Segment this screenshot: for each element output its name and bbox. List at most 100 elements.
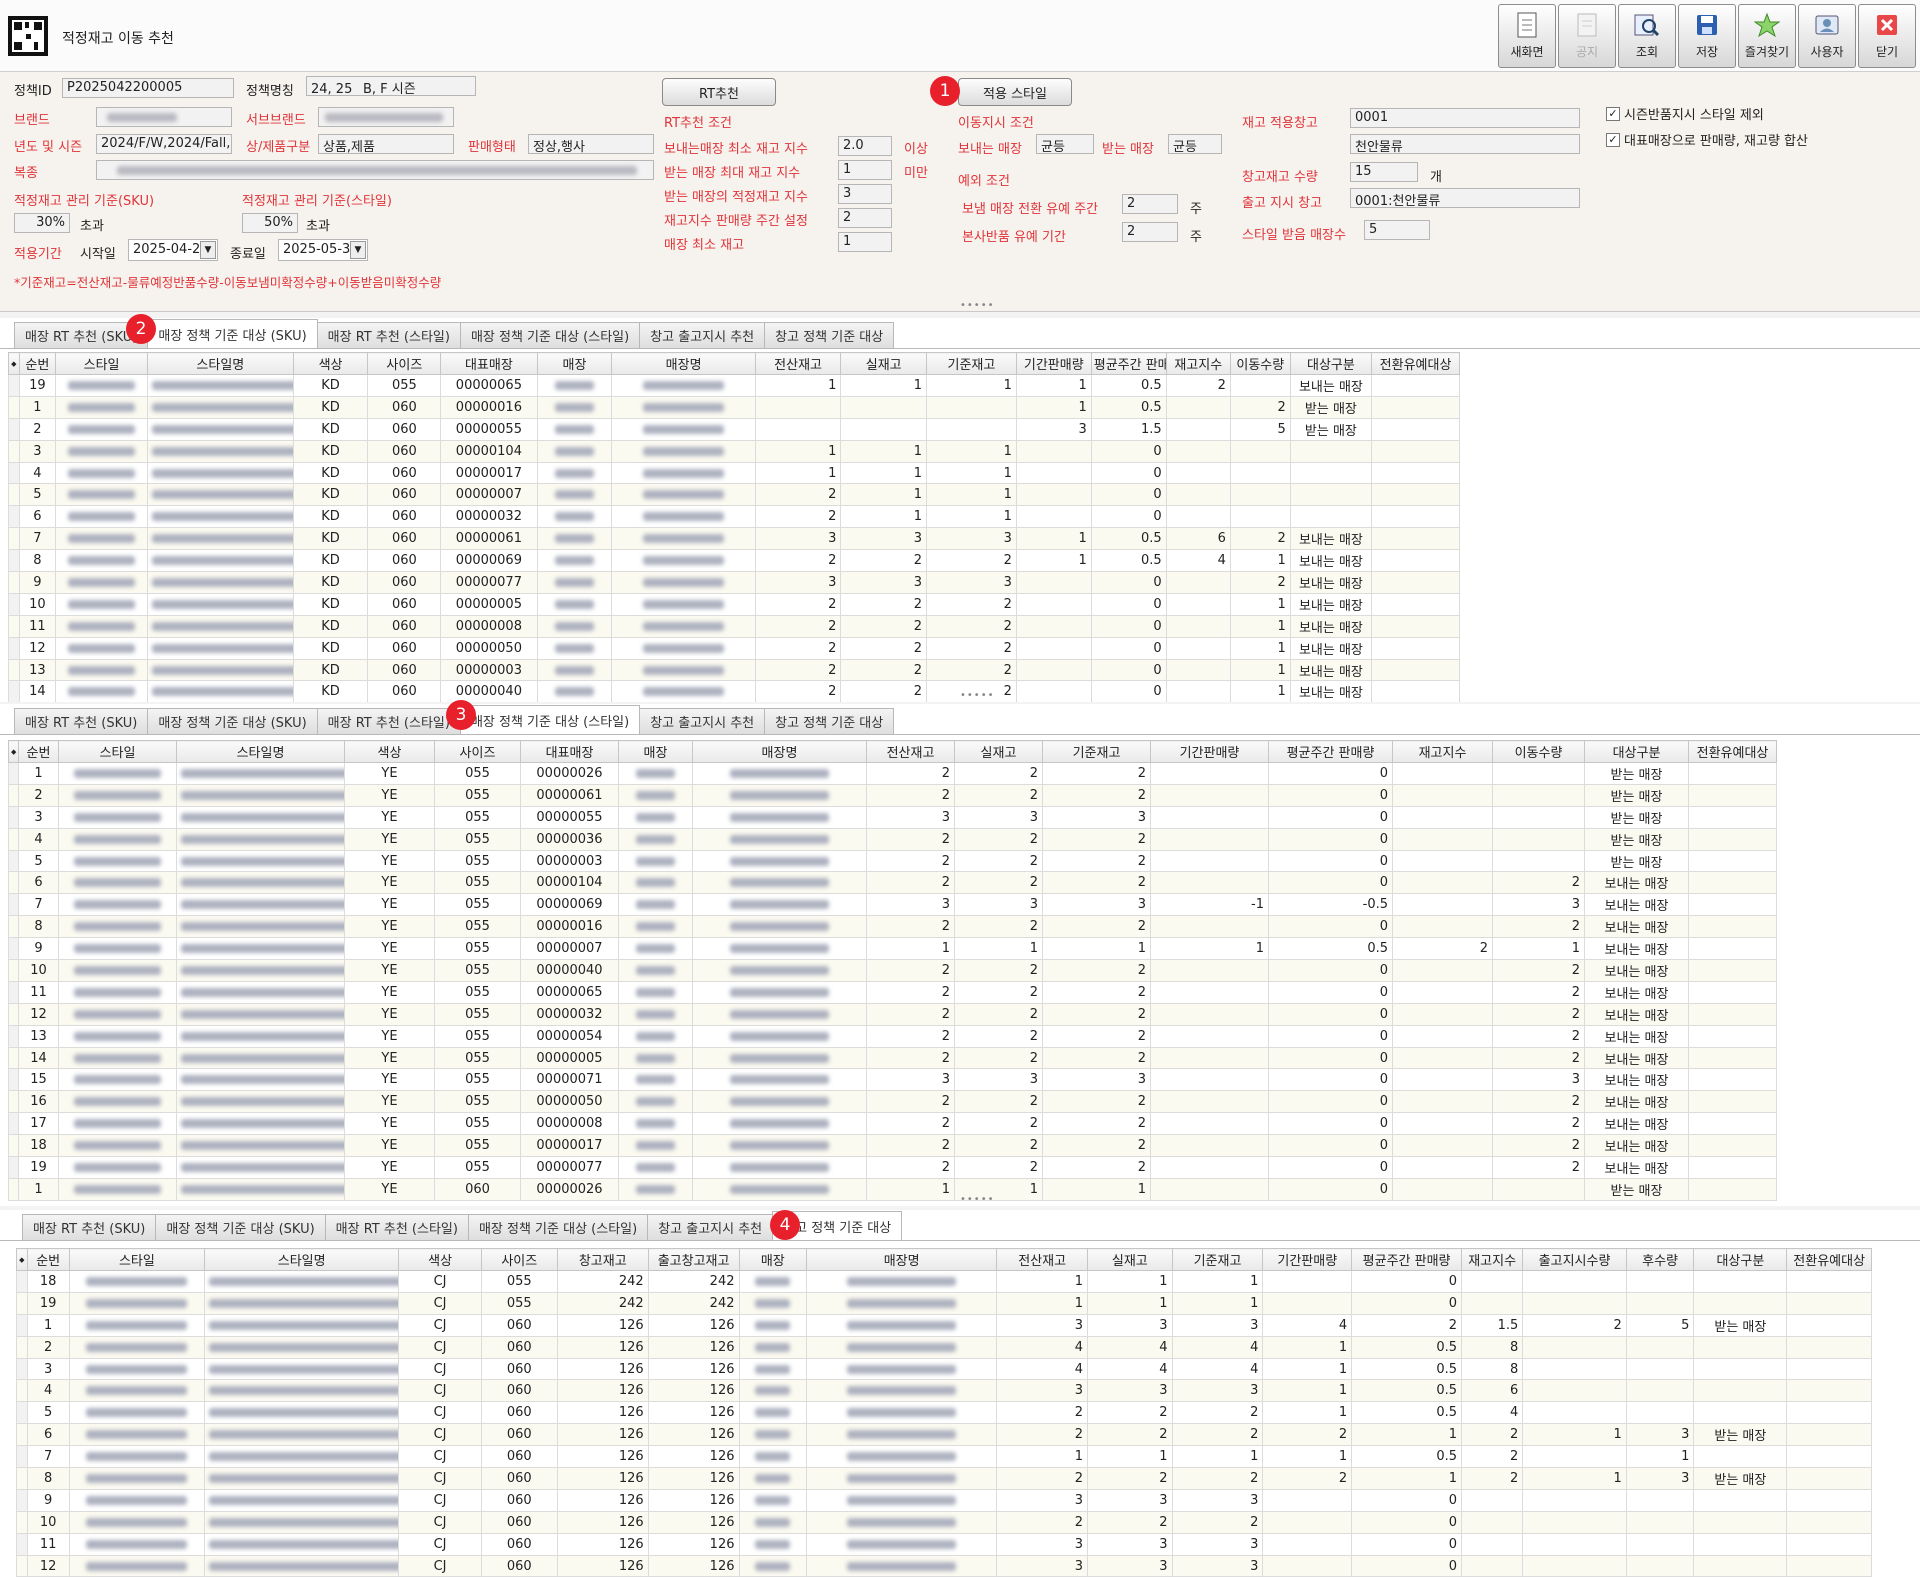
column-header[interactable]: 전산재고	[866, 740, 955, 763]
table-row[interactable]: 19 CJ 055 242 242 1 1 1 0	[16, 1291, 1872, 1315]
table-row[interactable]: 4 KD 060 00000017 1 1 1 0	[8, 461, 1460, 485]
rt-min-stock-field[interactable]: 1	[838, 232, 892, 252]
notice-button[interactable]: 공지	[1558, 4, 1616, 68]
out-wh-field[interactable]: 0001:천안물류	[1350, 188, 1580, 208]
column-header[interactable]: 사이즈	[480, 1248, 558, 1271]
tab-store-rt-style[interactable]: 매장 RT 추천 (스타일)	[316, 322, 461, 348]
table-row[interactable]: 6 CJ 060 126 126 2 2 2 2 1 2 1 3 받는 매장	[16, 1423, 1872, 1447]
column-header[interactable]: 사이즈	[434, 740, 521, 763]
send-store-field[interactable]: 균등	[1036, 134, 1094, 154]
column-header[interactable]: 기간판매량	[1150, 740, 1269, 763]
column-header[interactable]: 전산재고	[754, 352, 842, 375]
style-recv-field[interactable]: 5	[1364, 220, 1430, 240]
tab-wh-out-recommend[interactable]: 창고 출고지시 추천	[647, 1214, 774, 1240]
table-row[interactable]: 13 YE 055 00000054 2 2 2 0 2 보내는 매장	[8, 1024, 1777, 1048]
table-row[interactable]: 8 YE 055 00000016 2 2 2 0 2 보내는 매장	[8, 915, 1777, 939]
row-selector[interactable]	[16, 1357, 28, 1381]
row-selector[interactable]	[8, 592, 20, 616]
column-header[interactable]: 스타일	[55, 352, 149, 375]
table-row[interactable]: 5 KD 060 00000007 2 1 1 0	[8, 483, 1460, 507]
table-row[interactable]: 2 YE 055 00000061 2 2 2 0 받는 매장	[8, 783, 1777, 807]
table-row[interactable]: 3 YE 055 00000055 3 3 3 0 받는 매장	[8, 805, 1777, 829]
column-header[interactable]: 출고지시수량	[1522, 1248, 1627, 1271]
wh-apply-name-field[interactable]: 천안물류	[1350, 134, 1580, 154]
table-row[interactable]: 5 CJ 060 126 126 2 2 2 1 0.5 4	[16, 1401, 1872, 1425]
season-return-checkbox[interactable]: ✓ 시즌반품지시 스타일 제외	[1606, 104, 1764, 123]
row-selector[interactable]	[8, 658, 20, 682]
column-header[interactable]: 재고지수	[1461, 1248, 1524, 1271]
row-selector[interactable]	[8, 680, 20, 702]
product-type-field[interactable]: 상품,제품	[318, 134, 454, 154]
column-header[interactable]: 전산재고	[996, 1248, 1089, 1271]
tab-store-policy-sku[interactable]: 매장 정책 기준 대상 (SKU)	[155, 1214, 326, 1240]
row-selector[interactable]	[8, 1002, 19, 1026]
column-header[interactable]: 전환유예대상	[1786, 1248, 1872, 1271]
row-selector[interactable]	[8, 980, 19, 1004]
tab-store-rt-style[interactable]: 매장 RT 추천 (스타일)	[316, 708, 461, 734]
rt-send-min-field[interactable]: 2.0	[838, 136, 892, 156]
row-selector[interactable]	[8, 417, 20, 441]
row-selector[interactable]	[8, 636, 20, 660]
save-button[interactable]: 저장	[1678, 4, 1736, 68]
tab-wh-out-recommend[interactable]: 창고 출고지시 추천	[639, 708, 766, 734]
tab-store-rt-sku[interactable]: 매장 RT 추천 (SKU)	[22, 1214, 157, 1240]
brand-field[interactable]	[96, 107, 232, 127]
row-selector-header[interactable]: ◆	[16, 1248, 28, 1271]
tab-store-policy-sku[interactable]: 매장 정책 기준 대상 (SKU)	[147, 319, 318, 348]
column-header[interactable]: 대상구분	[1693, 1248, 1788, 1271]
column-header[interactable]: 스타일	[68, 1248, 206, 1271]
row-selector[interactable]	[8, 959, 19, 982]
rt-recv-max-field[interactable]: 1	[838, 160, 892, 180]
column-header[interactable]: 매장명	[611, 352, 756, 375]
row-selector[interactable]	[16, 1510, 28, 1534]
tab-store-policy-style[interactable]: 매장 정책 기준 대상 (스타일)	[459, 322, 641, 348]
row-selector-header[interactable]: ◆	[8, 352, 20, 375]
column-header[interactable]: 창고재고	[556, 1248, 649, 1271]
tab-store-policy-sku[interactable]: 매장 정책 기준 대상 (SKU)	[147, 708, 318, 734]
rt-recv-opt-field[interactable]: 3	[838, 184, 892, 204]
row-selector[interactable]	[8, 549, 20, 573]
table-row[interactable]: 9 YE 055 00000007 1 1 1 1 0.5 2 1 보내는 매장	[8, 937, 1777, 961]
column-header[interactable]: 순번	[18, 352, 57, 375]
table-row[interactable]: 10 KD 060 00000005 2 2 2 0 1 보내는 매장	[8, 592, 1460, 616]
checkbox-checked-icon[interactable]: ✓	[1606, 132, 1620, 147]
table-row[interactable]: 4 YE 055 00000036 2 2 2 0 받는 매장	[8, 827, 1777, 851]
table-row[interactable]: 10 CJ 060 126 126 2 2 2 0	[16, 1510, 1872, 1534]
rt-week-field[interactable]: 2	[838, 208, 892, 228]
apply-style-button[interactable]: 적용 스타일	[958, 78, 1072, 106]
row-selector[interactable]	[16, 1554, 28, 1578]
tab-wh-out-recommend[interactable]: 창고 출고지시 추천	[639, 322, 766, 348]
column-header[interactable]: 대상구분	[1289, 352, 1373, 375]
row-selector[interactable]	[8, 374, 20, 397]
column-header[interactable]: 기준재고	[1171, 1248, 1264, 1271]
table-row[interactable]: 19 YE 055 00000077 2 2 2 0 2 보내는 매장	[8, 1156, 1777, 1179]
sales-type-field[interactable]: 정상,행사	[528, 134, 654, 154]
table-row[interactable]: 15 YE 055 00000071 3 3 3 0 3 보내는 매장	[8, 1068, 1777, 1092]
splitter-handle[interactable]: •••••	[960, 1194, 995, 1205]
column-header[interactable]: 매장	[738, 1248, 808, 1271]
table-row[interactable]: 1 CJ 060 126 126 3 3 3 4 2 1.5 2 5 받는 매장	[16, 1313, 1872, 1337]
table-row[interactable]: 12 KD 060 00000050 2 2 2 0 1 보내는 매장	[8, 636, 1460, 660]
row-selector[interactable]	[8, 1090, 19, 1114]
row-selector[interactable]	[8, 849, 19, 873]
row-selector[interactable]	[8, 571, 20, 594]
table-row[interactable]: 7 YE 055 00000069 3 3 3 -1 -0.5 3 보내는 매장	[8, 893, 1777, 917]
table-row[interactable]: 1 YE 055 00000026 2 2 2 0 받는 매장	[8, 762, 1777, 785]
table-row[interactable]: 3 KD 060 00000104 1 1 1 0	[8, 439, 1460, 463]
row-selector[interactable]	[8, 805, 19, 829]
end-date-picker[interactable]: 2025-05-3 ▼	[278, 239, 368, 261]
subbrand-field[interactable]	[318, 107, 454, 127]
year-season-field[interactable]: 2024/F/W,2024/Fall,2	[96, 134, 232, 154]
column-header[interactable]: 기간판매량	[1015, 352, 1092, 375]
column-header[interactable]: 기준재고	[1042, 740, 1151, 763]
column-header[interactable]: 재고지수	[1392, 740, 1493, 763]
row-selector[interactable]	[8, 827, 19, 851]
tab-store-policy-style[interactable]: 매장 정책 기준 대상 (스타일)	[467, 1214, 649, 1240]
rt-recommend-button[interactable]: RT추천	[662, 78, 776, 106]
close-button[interactable]: 닫기	[1858, 4, 1916, 68]
column-header[interactable]: 대상구분	[1584, 740, 1689, 763]
column-header[interactable]: 전환유예대상	[1688, 740, 1777, 763]
row-selector[interactable]	[8, 614, 20, 638]
row-selector[interactable]	[16, 1313, 28, 1337]
row-selector[interactable]	[8, 1024, 19, 1048]
